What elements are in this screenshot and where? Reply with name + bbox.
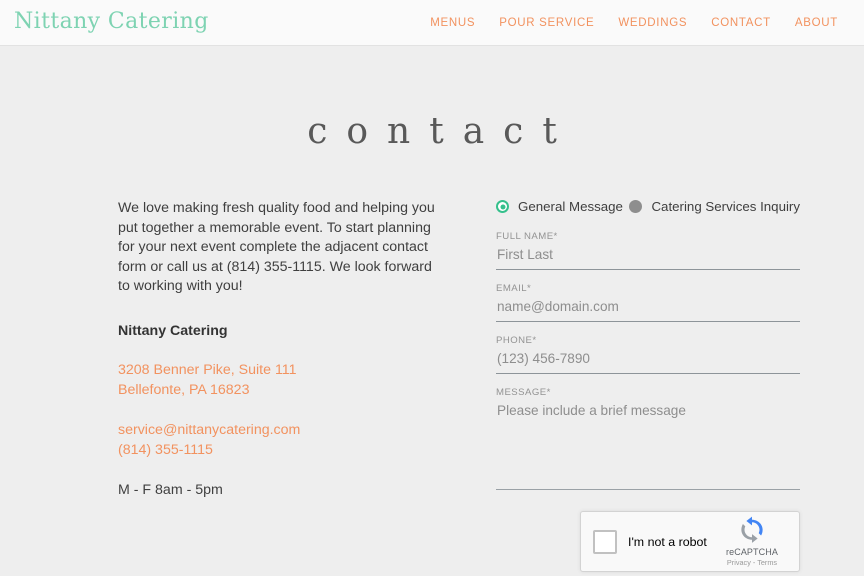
radio-option-catering-inquiry[interactable]: Catering Services Inquiry bbox=[629, 199, 800, 214]
recaptcha-checkbox[interactable] bbox=[593, 529, 617, 554]
nav-item-pour-service[interactable]: POUR SERVICE bbox=[499, 17, 594, 29]
input-email[interactable]: name@domain.com bbox=[496, 298, 800, 322]
radio-option-general-message[interactable]: General Message bbox=[496, 199, 629, 214]
nav-item-about[interactable]: ABOUT bbox=[795, 17, 838, 29]
recaptcha-widget[interactable]: I'm not a robot reCAPTCHA Privacy - Term… bbox=[580, 511, 800, 572]
contact-links: service@nittanycatering.com (814) 355-11… bbox=[118, 420, 436, 460]
business-hours: M - F 8am - 5pm bbox=[118, 481, 223, 498]
field-full-name: FULL NAME* First Last bbox=[496, 231, 800, 270]
nav-item-weddings[interactable]: WEDDINGS bbox=[618, 17, 687, 29]
label-phone: PHONE* bbox=[496, 335, 537, 346]
site-logo[interactable]: Nittany Catering bbox=[14, 10, 209, 35]
message-type-radio-group: General Message Catering Services Inquir… bbox=[496, 199, 800, 214]
page-title: contact bbox=[307, 111, 576, 152]
radio-label-catering-inquiry: Catering Services Inquiry bbox=[651, 199, 800, 214]
recaptcha-brand-name: reCAPTCHA bbox=[726, 547, 778, 557]
message-underline bbox=[496, 489, 800, 490]
intro-paragraph: We love making fresh quality food and he… bbox=[118, 200, 435, 295]
contact-form: General Message Catering Services Inquir… bbox=[496, 199, 800, 572]
recaptcha-legal-links[interactable]: Privacy - Terms bbox=[727, 558, 777, 567]
main-navigation: MENUS POUR SERVICE WEDDINGS CONTACT ABOU… bbox=[430, 17, 838, 29]
address-line-2: Bellefonte, PA 16823 bbox=[118, 381, 250, 398]
email-link[interactable]: service@nittanycatering.com bbox=[118, 420, 436, 440]
field-message: MESSAGE* Please include a brief message bbox=[496, 387, 800, 490]
recaptcha-label: I'm not a robot bbox=[628, 534, 707, 549]
label-email: EMAIL* bbox=[496, 283, 532, 294]
radio-unselected-icon[interactable] bbox=[629, 200, 643, 213]
label-message: MESSAGE* bbox=[496, 387, 551, 398]
business-name: Nittany Catering bbox=[118, 322, 228, 339]
nav-item-menus[interactable]: MENUS bbox=[430, 17, 475, 29]
field-email: EMAIL* name@domain.com bbox=[496, 283, 800, 322]
address-line-1: 3208 Benner Pike, Suite 111 bbox=[118, 361, 297, 378]
postal-address: 3208 Benner Pike, Suite 111 Bellefonte, … bbox=[118, 360, 436, 400]
radio-selected-icon[interactable] bbox=[496, 200, 509, 213]
field-phone: PHONE* (123) 456-7890 bbox=[496, 335, 800, 374]
phone-link[interactable]: (814) 355-1115 bbox=[118, 440, 436, 460]
recaptcha-branding: reCAPTCHA Privacy - Terms bbox=[716, 516, 788, 567]
label-full-name: FULL NAME* bbox=[496, 231, 558, 242]
radio-label-general-message: General Message bbox=[518, 199, 623, 214]
site-header: Nittany Catering MENUS POUR SERVICE WEDD… bbox=[0, 0, 864, 46]
input-full-name[interactable]: First Last bbox=[496, 246, 800, 270]
recaptcha-logo-icon bbox=[741, 516, 763, 543]
nav-item-contact[interactable]: CONTACT bbox=[711, 17, 771, 29]
input-phone[interactable]: (123) 456-7890 bbox=[496, 350, 800, 374]
input-message[interactable]: Please include a brief message bbox=[496, 402, 800, 486]
contact-info-column: We love making fresh quality food and he… bbox=[118, 199, 436, 498]
